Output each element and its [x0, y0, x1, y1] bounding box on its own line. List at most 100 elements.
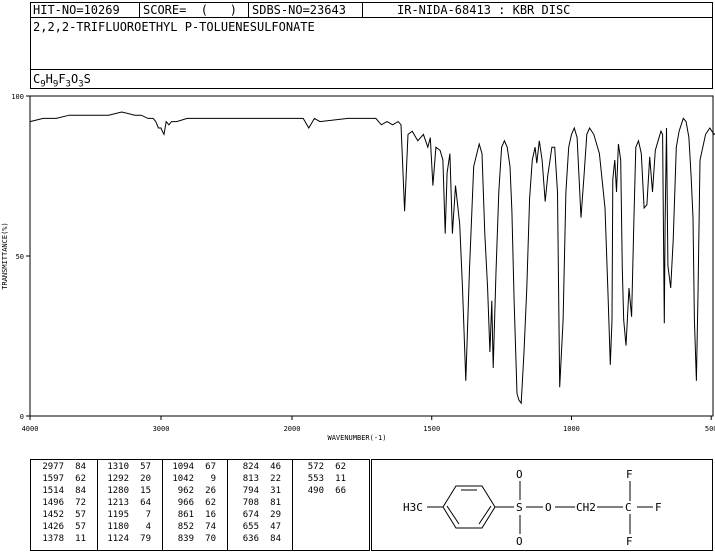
peak-transmittance: 62 — [75, 474, 86, 484]
peak-transmittance: 15 — [140, 486, 151, 496]
peak-transmittance: 79 — [140, 534, 151, 544]
peak-entry: 813 22 — [229, 474, 287, 485]
peak-column-divider — [227, 459, 228, 551]
peak-entry: 1292 20 — [99, 474, 157, 485]
chemical-structure: H3C S O O O CH2 C F F F — [403, 468, 662, 548]
peak-transmittance: 20 — [140, 474, 151, 484]
peak-entry: 1452 57 — [34, 510, 92, 521]
peak-entry: 1280 15 — [99, 486, 157, 497]
peak-entry: 861 16 — [164, 510, 222, 521]
peak-entry: 1426 57 — [34, 522, 92, 533]
peak-transmittance: 72 — [75, 498, 86, 508]
peak-entry: 839 70 — [164, 534, 222, 545]
fluorine-right-label: F — [655, 501, 662, 514]
benzene-ring — [442, 485, 496, 529]
oxygen-top-label: O — [516, 468, 523, 481]
peak-wavenumber: 1292 — [107, 474, 129, 484]
peak-wavenumber: 708 — [242, 498, 259, 508]
peak-transmittance: 11 — [75, 534, 86, 544]
peak-transmittance: 70 — [205, 534, 216, 544]
peak-transmittance: 9 — [210, 474, 216, 484]
peak-transmittance: 29 — [270, 510, 281, 520]
peak-transmittance: 84 — [270, 534, 281, 544]
peak-entry: 1180 4 — [99, 522, 157, 533]
peak-entry: 962 26 — [164, 486, 222, 497]
peak-wavenumber: 1213 — [107, 498, 129, 508]
peak-wavenumber: 794 — [242, 486, 259, 496]
peak-wavenumber: 813 — [242, 474, 259, 484]
peak-entry: 1195 7 — [99, 510, 157, 521]
y-axis-label: TRANSMITTANCE(%) — [1, 222, 9, 289]
x-tick-label: 1000 — [563, 425, 580, 433]
y-tick-label: 50 — [16, 253, 24, 261]
peak-transmittance: 57 — [75, 510, 86, 520]
spectrum-line — [29, 111, 715, 405]
x-axis-label: WAVENUMBER(-1) — [327, 434, 386, 442]
peak-wavenumber: 861 — [177, 510, 194, 520]
peak-entry: 1310 57 — [99, 462, 157, 473]
peak-entry: 553 11 — [294, 474, 352, 485]
peak-transmittance: 16 — [205, 510, 216, 520]
peak-wavenumber: 490 — [307, 486, 324, 496]
fluorine-bottom-label: F — [626, 535, 633, 548]
peak-entry: 1597 62 — [34, 474, 92, 485]
peak-transmittance: 7 — [145, 510, 151, 520]
peak-wavenumber: 1094 — [172, 462, 194, 472]
peak-entry: 1378 11 — [34, 534, 92, 545]
peak-entry: 794 31 — [229, 486, 287, 497]
peak-transmittance: 66 — [335, 486, 346, 496]
peak-entry: 1042 9 — [164, 474, 222, 485]
peak-transmittance: 84 — [75, 486, 86, 496]
peak-transmittance: 57 — [75, 522, 86, 532]
peak-wavenumber: 674 — [242, 510, 259, 520]
peak-entry: 636 84 — [229, 534, 287, 545]
peak-wavenumber: 839 — [177, 534, 194, 544]
peak-wavenumber: 1452 — [42, 510, 64, 520]
peak-wavenumber: 1310 — [107, 462, 129, 472]
peak-transmittance: 81 — [270, 498, 281, 508]
peak-wavenumber: 1378 — [42, 534, 64, 544]
peak-entry: 2977 84 — [34, 462, 92, 473]
peak-wavenumber: 2977 — [42, 462, 64, 472]
peak-entry: 1213 64 — [99, 498, 157, 509]
peak-wavenumber: 962 — [177, 486, 194, 496]
peak-wavenumber: 966 — [177, 498, 194, 508]
x-tick-label: 1500 — [423, 425, 440, 433]
oxygen-bottom-label: O — [516, 535, 523, 548]
plot-frame — [29, 95, 714, 417]
peak-transmittance: 84 — [75, 462, 86, 472]
peak-entry: 490 66 — [294, 486, 352, 497]
peak-transmittance: 4 — [145, 522, 151, 532]
peak-entry: 655 47 — [229, 522, 287, 533]
x-tick-label: 500 — [705, 425, 715, 433]
peak-entry: 1094 67 — [164, 462, 222, 473]
peak-column-divider — [292, 459, 293, 551]
peak-column-divider — [97, 459, 98, 551]
peak-entry: 572 62 — [294, 462, 352, 473]
peak-transmittance: 64 — [140, 498, 151, 508]
peak-transmittance: 31 — [270, 486, 281, 496]
peak-entry: 852 74 — [164, 522, 222, 533]
peak-transmittance: 46 — [270, 462, 281, 472]
peak-entry: 1514 84 — [34, 486, 92, 497]
peak-wavenumber: 1280 — [107, 486, 129, 496]
peak-transmittance: 57 — [140, 462, 151, 472]
peak-entry: 708 81 — [229, 498, 287, 509]
peak-entry: 966 62 — [164, 498, 222, 509]
peak-wavenumber: 1597 — [42, 474, 64, 484]
carbon-label: C — [625, 501, 632, 514]
peak-wavenumber: 1042 — [172, 474, 194, 484]
ring-double-bond — [446, 505, 460, 525]
peak-wavenumber: 1514 — [42, 486, 64, 496]
fluorine-top-label: F — [626, 468, 633, 481]
peak-wavenumber: 1426 — [42, 522, 64, 532]
peak-wavenumber: 852 — [177, 522, 194, 532]
x-tick-label: 3000 — [153, 425, 170, 433]
peak-transmittance: 74 — [205, 522, 216, 532]
peak-wavenumber: 655 — [242, 522, 259, 532]
peak-transmittance: 22 — [270, 474, 281, 484]
peak-transmittance: 11 — [335, 474, 346, 484]
peak-wavenumber: 1124 — [107, 534, 129, 544]
peak-entry: 824 46 — [229, 462, 287, 473]
peak-wavenumber: 572 — [307, 462, 324, 472]
